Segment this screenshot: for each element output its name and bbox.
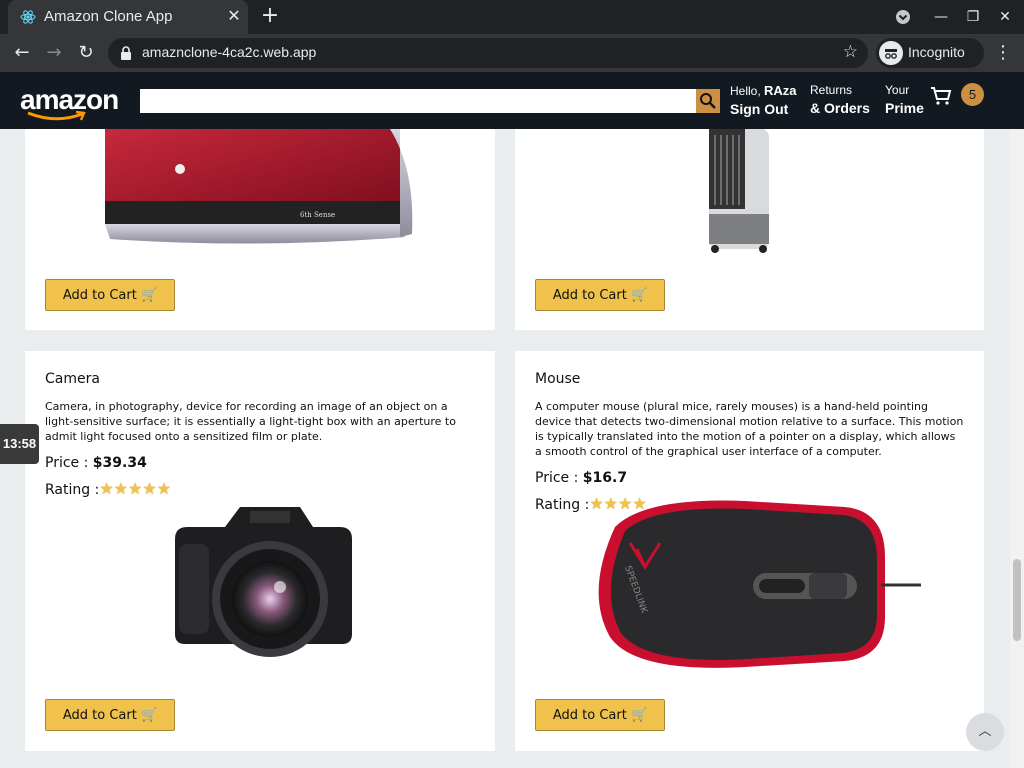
product-title: Mouse	[535, 371, 581, 387]
price-row: Price : $16.7	[535, 470, 627, 486]
search-input[interactable]	[140, 89, 696, 113]
rating-row: Rating :★★★★★	[45, 479, 171, 498]
tab-title: Amazon Clone App	[44, 8, 173, 25]
rating-row: Rating :★★★★	[535, 494, 647, 513]
browser-tab-strip: Amazon Clone App ✕ + — ❐ ✕	[0, 0, 1024, 34]
price-label: Price :	[535, 470, 579, 486]
sign-out-link: Sign Out	[730, 101, 789, 117]
search-icon	[700, 93, 716, 109]
scroll-to-top-button[interactable]: ︿	[966, 713, 1004, 751]
product-card: Camera Camera, in photography, device fo…	[25, 351, 495, 751]
greeting-prefix: Hello,	[730, 84, 761, 98]
product-title: Camera	[45, 371, 100, 387]
forward-arrow-icon[interactable]: →	[42, 42, 66, 64]
rating-label: Rating :	[45, 482, 100, 498]
greeting-line: Hello, RAza	[730, 83, 797, 98]
browser-tab[interactable]: Amazon Clone App ✕	[8, 0, 248, 34]
add-to-cart-button[interactable]: Add to Cart 🛒	[535, 699, 665, 731]
shopping-cart-icon[interactable]	[930, 85, 952, 107]
scrollbar-thumb[interactable]	[1013, 559, 1021, 641]
minimize-button[interactable]: —	[930, 6, 952, 28]
lock-icon	[121, 46, 131, 60]
price-value: $16.7	[582, 470, 628, 486]
browser-toolbar: ← → ↻ amaznclone-4ca2c.web.app ☆ Incogni…	[0, 34, 1024, 72]
logo-smile-icon	[27, 110, 86, 121]
page-scrollbar[interactable]	[1010, 129, 1024, 768]
svg-text:6th Sense: 6th Sense	[300, 211, 335, 219]
account-signout[interactable]: Hello, RAza Sign Out	[730, 83, 797, 117]
incognito-icon	[879, 41, 903, 65]
product-description: Camera, in photography, device for recor…	[45, 400, 456, 443]
prime-line2: Prime	[885, 100, 924, 116]
amazon-logo[interactable]: amazon	[20, 84, 120, 121]
restore-button[interactable]: ❐	[962, 6, 984, 28]
new-tab-button[interactable]: +	[258, 5, 282, 29]
address-bar[interactable]: amaznclone-4ca2c.web.app ☆	[108, 38, 868, 68]
tab-close-icon[interactable]: ✕	[224, 6, 244, 26]
price-row: Price : $39.34	[45, 455, 147, 471]
add-to-cart-button[interactable]: Add to Cart 🛒	[45, 279, 175, 311]
product-card: Add to Cart 🛒	[515, 129, 984, 330]
close-window-button[interactable]: ✕	[994, 6, 1016, 28]
returns-line2: & Orders	[810, 100, 870, 116]
add-to-cart-button[interactable]: Add to Cart 🛒	[45, 699, 175, 731]
air-conditioner-image: 6th Sense	[105, 129, 413, 244]
air-cooler-image	[709, 129, 769, 253]
url-text: amaznclone-4ca2c.web.app	[142, 44, 317, 60]
price-value: $39.34	[92, 455, 147, 471]
price-label: Price :	[45, 455, 89, 471]
clock-widget: 13:58	[0, 424, 39, 464]
product-card: 6th Sense Add to Cart 🛒	[25, 129, 495, 330]
tab-search-icon[interactable]	[892, 6, 914, 28]
incognito-badge[interactable]: Incognito	[876, 38, 984, 68]
cart-count-badge: 5	[961, 83, 984, 106]
camera-image	[175, 507, 352, 657]
rating-label: Rating :	[535, 497, 590, 513]
site-header: amazon Hello, RAza Sign Out Returns & Or…	[0, 72, 1024, 129]
react-icon	[20, 10, 36, 24]
product-description: A computer mouse (plural mice, rarely mo…	[535, 400, 964, 458]
returns-orders[interactable]: Returns & Orders	[810, 83, 870, 116]
incognito-label: Incognito	[908, 44, 965, 60]
reload-icon[interactable]: ↻	[74, 42, 98, 64]
browser-menu-icon[interactable]: ⋮	[994, 42, 1012, 64]
returns-line1: Returns	[810, 83, 853, 97]
search-button[interactable]	[696, 89, 720, 113]
product-grid: 6th Sense Add to Cart 🛒 Add to Cart 🛒 Ca…	[0, 129, 1010, 768]
back-arrow-icon[interactable]: ←	[10, 42, 34, 64]
bookmark-star-icon[interactable]: ☆	[843, 42, 858, 62]
product-card: Mouse A computer mouse (plural mice, rar…	[515, 351, 984, 751]
prime-line1: Your	[885, 83, 910, 97]
user-name: RAza	[764, 83, 797, 98]
add-to-cart-button[interactable]: Add to Cart 🛒	[535, 279, 665, 311]
your-prime[interactable]: Your Prime	[885, 83, 924, 116]
star-rating-icon: ★★★★★	[99, 479, 172, 498]
mouse-image: SPEEDLINK	[598, 500, 921, 668]
star-rating-icon: ★★★★	[589, 494, 647, 513]
